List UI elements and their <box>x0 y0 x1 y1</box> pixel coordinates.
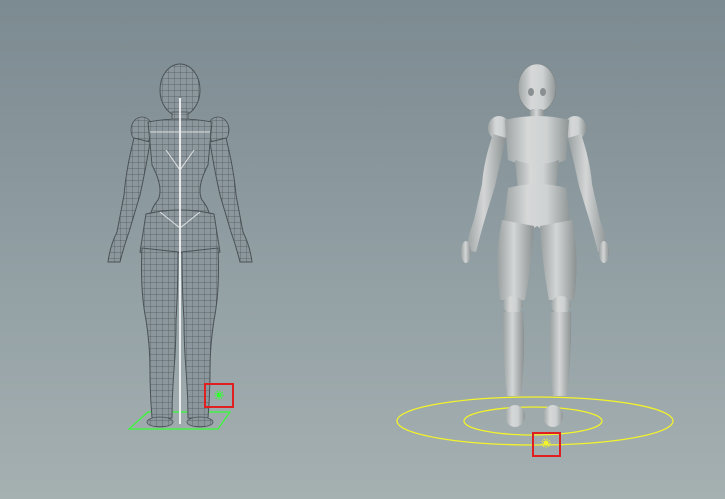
shaded-foot-right[interactable] <box>543 405 563 427</box>
gear-icon <box>541 438 551 448</box>
wireframe-leg-right[interactable] <box>181 247 219 419</box>
gear-icon <box>214 390 224 400</box>
shaded-face-eye-left <box>528 88 534 96</box>
shaded-thigh-right[interactable] <box>540 220 577 300</box>
shaded-face-eye-right <box>540 88 546 96</box>
3d-viewport[interactable] <box>0 0 725 499</box>
shaded-hand-left[interactable] <box>461 241 471 263</box>
shaded-knee-right[interactable] <box>551 296 571 314</box>
wireframe-foot-left[interactable] <box>146 416 174 428</box>
shaded-hand-right[interactable] <box>599 241 609 263</box>
shaded-chest[interactable] <box>505 116 569 166</box>
wireframe-figure[interactable] <box>107 63 253 430</box>
orbit-ring-outer[interactable] <box>396 396 674 446</box>
shaded-foot-left[interactable] <box>505 405 525 427</box>
shaded-knee-left[interactable] <box>503 296 523 314</box>
shaded-shin-right[interactable] <box>549 312 572 396</box>
orbit-ring-inner[interactable] <box>463 406 603 436</box>
shaded-thigh-left[interactable] <box>497 220 534 300</box>
wireframe-foot-right[interactable] <box>186 416 214 428</box>
viewport-scene <box>107 63 674 457</box>
shaded-figure[interactable] <box>396 63 674 457</box>
shaded-shin-left[interactable] <box>502 312 525 396</box>
shaded-head[interactable] <box>517 63 557 113</box>
wireframe-leg-left[interactable] <box>141 247 179 419</box>
